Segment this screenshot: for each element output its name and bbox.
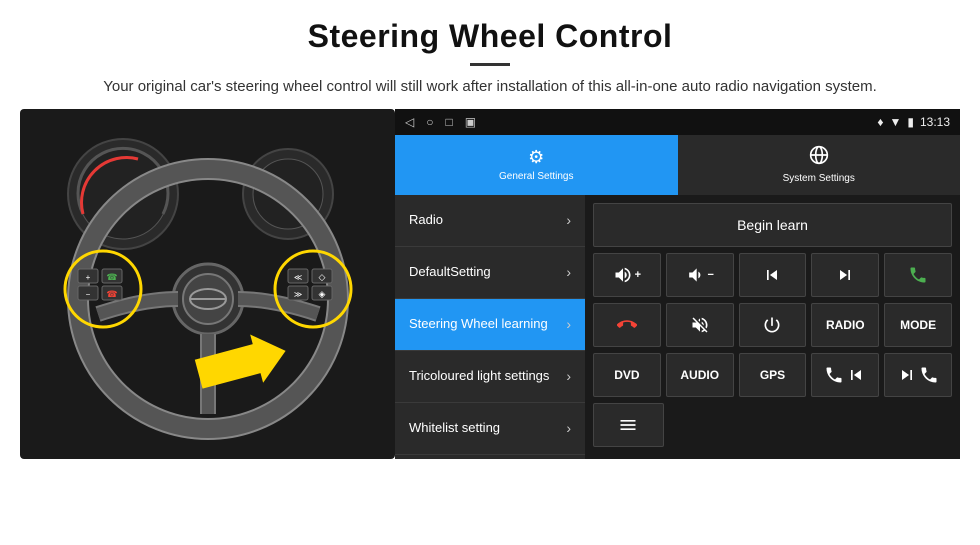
menu-item-tricoloured[interactable]: Tricoloured light settings › bbox=[395, 351, 585, 403]
settings-menu-list: Radio › DefaultSetting › Steering Wheel … bbox=[395, 195, 585, 459]
menu-item-radio[interactable]: Radio › bbox=[395, 195, 585, 247]
mode-button[interactable]: MODE bbox=[884, 303, 952, 347]
gps-button[interactable]: GPS bbox=[739, 353, 807, 397]
next-track-button[interactable] bbox=[811, 253, 879, 297]
page-title: Steering Wheel Control bbox=[20, 18, 960, 55]
svg-text:−: − bbox=[85, 290, 90, 299]
control-grid-row2: RADIO MODE bbox=[593, 303, 952, 347]
control-grid-row1: + − bbox=[593, 253, 952, 297]
status-bar: ◁ ○ □ ▣ ♦ ▼ ▮ 13:13 bbox=[395, 109, 960, 135]
dvd-button[interactable]: DVD bbox=[593, 353, 661, 397]
volume-down-button[interactable]: − bbox=[666, 253, 734, 297]
hang-up-button[interactable] bbox=[593, 303, 661, 347]
android-ui: ◁ ○ □ ▣ ♦ ▼ ▮ 13:13 ⚙ General Settings bbox=[395, 109, 960, 459]
arrow-icon: › bbox=[566, 368, 571, 384]
title-divider bbox=[470, 63, 510, 66]
clock: 13:13 bbox=[920, 115, 950, 129]
radio-button[interactable]: RADIO bbox=[811, 303, 879, 347]
volume-up-button[interactable]: + bbox=[593, 253, 661, 297]
begin-learn-row: Begin learn bbox=[593, 203, 952, 247]
tab-system-settings[interactable]: System Settings bbox=[678, 135, 961, 195]
menu-area: Radio › DefaultSetting › Steering Wheel … bbox=[395, 195, 960, 459]
gear-icon: ⚙ bbox=[528, 147, 544, 168]
page-header: Steering Wheel Control Your original car… bbox=[0, 0, 980, 109]
control-grid-row3: DVD AUDIO GPS bbox=[593, 353, 952, 397]
mute-button[interactable] bbox=[666, 303, 734, 347]
svg-text:◈: ◈ bbox=[318, 289, 325, 299]
phone-answer-button[interactable] bbox=[884, 253, 952, 297]
prev-track-button[interactable] bbox=[739, 253, 807, 297]
menu-item-steering-wheel[interactable]: Steering Wheel learning › bbox=[395, 299, 585, 351]
battery-icon: ▮ bbox=[907, 115, 914, 129]
header-subtitle: Your original car's steering wheel contr… bbox=[20, 76, 960, 99]
menu-item-default-setting[interactable]: DefaultSetting › bbox=[395, 247, 585, 299]
phone-next-button[interactable] bbox=[884, 353, 952, 397]
wifi-icon: ▼ bbox=[889, 115, 901, 129]
arrow-icon: › bbox=[566, 316, 571, 332]
control-grid-row4 bbox=[593, 403, 952, 447]
begin-learn-button[interactable]: Begin learn bbox=[593, 203, 952, 247]
svg-text:≫: ≫ bbox=[293, 290, 301, 299]
svg-text:◇: ◇ bbox=[318, 272, 325, 282]
home-icon[interactable]: ○ bbox=[426, 115, 433, 129]
main-content: + − ☎ ☎ ≪ ≫ ◇ ◈ bbox=[0, 109, 980, 459]
audio-button[interactable]: AUDIO bbox=[666, 353, 734, 397]
power-button[interactable] bbox=[739, 303, 807, 347]
svg-text:+: + bbox=[85, 273, 90, 282]
status-bar-nav-icons: ◁ ○ □ ▣ bbox=[405, 115, 476, 129]
tab-general-settings[interactable]: ⚙ General Settings bbox=[395, 135, 678, 195]
menu-icon[interactable]: ▣ bbox=[465, 115, 476, 129]
globe-icon bbox=[809, 145, 829, 170]
control-panel: Begin learn + − bbox=[585, 195, 960, 459]
back-icon[interactable]: ◁ bbox=[405, 115, 414, 129]
svg-text:☎: ☎ bbox=[106, 272, 117, 282]
status-bar-info: ♦ ▼ ▮ 13:13 bbox=[877, 115, 950, 129]
arrow-icon: › bbox=[566, 264, 571, 280]
svg-text:≪: ≪ bbox=[293, 273, 301, 282]
menu-item-whitelist[interactable]: Whitelist setting › bbox=[395, 403, 585, 455]
phone-prev-button[interactable] bbox=[811, 353, 879, 397]
arrow-icon: › bbox=[566, 420, 571, 436]
steering-wheel-image: + − ☎ ☎ ≪ ≫ ◇ ◈ bbox=[20, 109, 395, 459]
settings-icon-button[interactable] bbox=[593, 403, 664, 447]
tab-bar: ⚙ General Settings System Settings bbox=[395, 135, 960, 195]
arrow-icon: › bbox=[566, 212, 571, 228]
svg-text:☎: ☎ bbox=[106, 289, 117, 299]
recent-icon[interactable]: □ bbox=[445, 115, 452, 129]
location-icon: ♦ bbox=[877, 115, 883, 129]
